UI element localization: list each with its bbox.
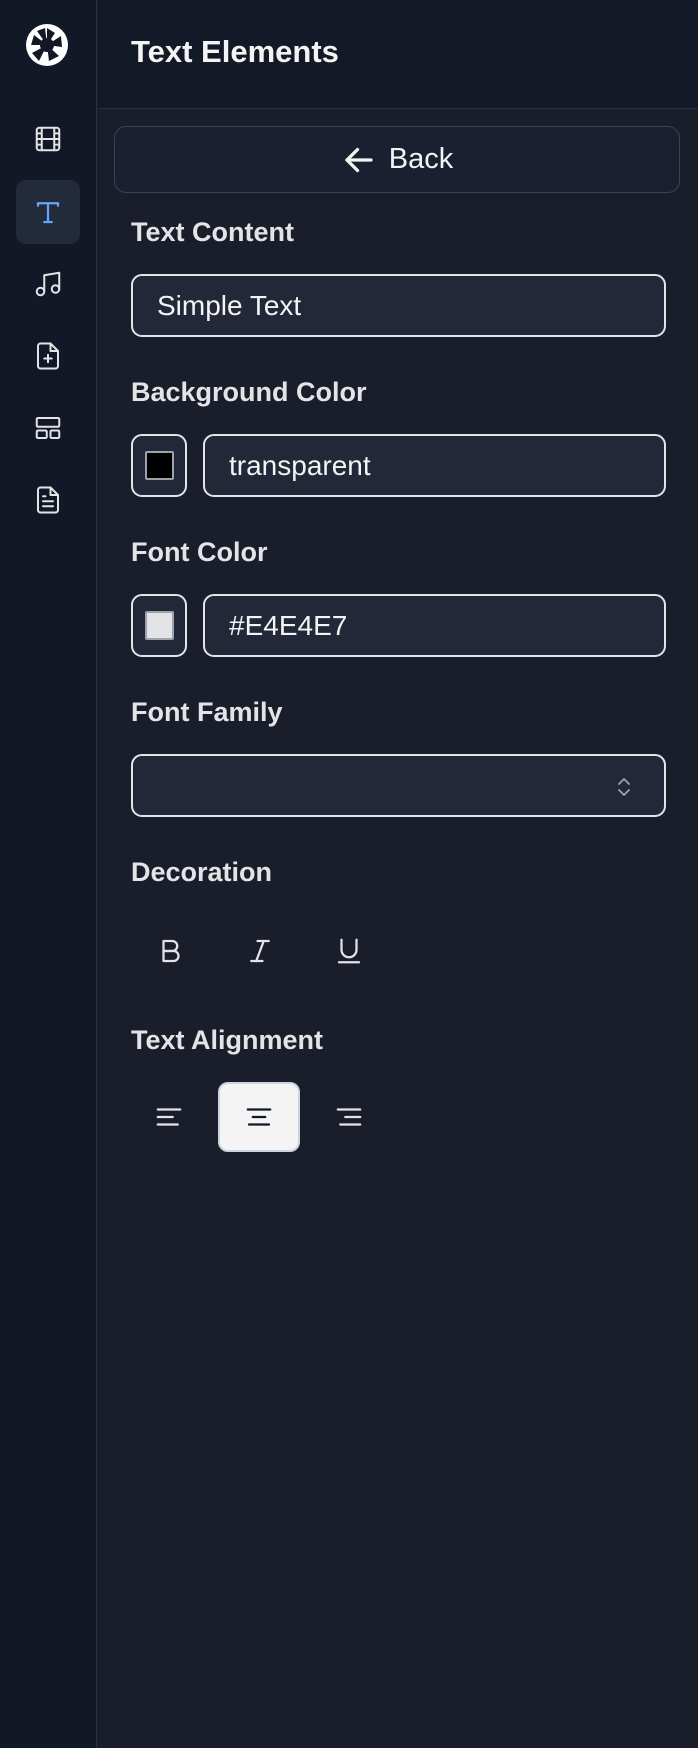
background-color-swatch bbox=[144, 451, 174, 480]
text-alignment-label: Text Alignment bbox=[131, 1025, 324, 1055]
font-color-input[interactable]: #E4E4E7 bbox=[203, 594, 666, 657]
background-color-label: Background Color bbox=[131, 377, 367, 407]
bold-icon bbox=[162, 939, 180, 963]
layout-icon bbox=[35, 417, 61, 439]
text-properties-panel: Back Text Content Simple Text Background… bbox=[98, 109, 698, 1748]
align-right-button[interactable] bbox=[308, 1082, 390, 1152]
background-color-picker[interactable] bbox=[131, 434, 187, 497]
chevron-up-down-icon bbox=[618, 778, 630, 796]
text-content-input[interactable]: Simple Text bbox=[131, 274, 666, 337]
page-title: Text Elements bbox=[131, 34, 339, 69]
rail-item-add-file[interactable] bbox=[16, 324, 80, 388]
rail-item-video[interactable] bbox=[16, 107, 80, 171]
align-right-icon bbox=[336, 1108, 362, 1126]
panel-header: Text Elements bbox=[98, 0, 698, 109]
rail-item-audio[interactable] bbox=[16, 252, 80, 316]
underline-button[interactable] bbox=[308, 916, 390, 986]
rail-item-layout[interactable] bbox=[16, 396, 80, 460]
font-color-label: Font Color bbox=[131, 537, 268, 567]
align-center-icon bbox=[246, 1108, 272, 1126]
font-family-label: Font Family bbox=[131, 697, 283, 727]
bold-button[interactable] bbox=[130, 916, 212, 986]
film-icon bbox=[35, 126, 61, 152]
align-left-icon bbox=[156, 1108, 182, 1126]
document-icon bbox=[37, 486, 59, 514]
back-button-label: Back bbox=[388, 143, 454, 175]
arrow-left-icon bbox=[345, 147, 373, 172]
text-content-label: Text Content bbox=[131, 217, 294, 247]
italic-icon bbox=[250, 939, 270, 963]
italic-button[interactable] bbox=[219, 916, 301, 986]
back-button[interactable]: Back bbox=[114, 126, 680, 193]
aperture-logo-icon[interactable] bbox=[25, 23, 69, 67]
rail-item-text[interactable] bbox=[16, 180, 80, 244]
font-family-select[interactable] bbox=[131, 754, 666, 817]
align-center-button[interactable] bbox=[218, 1082, 300, 1152]
file-plus-icon bbox=[37, 342, 59, 370]
background-color-input[interactable]: transparent bbox=[203, 434, 666, 497]
align-left-button[interactable] bbox=[128, 1082, 210, 1152]
font-color-picker[interactable] bbox=[131, 594, 187, 657]
app-root: Text Elements Back Text Content Simple T… bbox=[0, 0, 698, 1748]
text-icon bbox=[36, 202, 60, 224]
music-icon bbox=[35, 271, 61, 297]
decoration-label: Decoration bbox=[131, 857, 273, 887]
underline-icon bbox=[337, 938, 361, 964]
icon-rail bbox=[0, 0, 97, 1748]
font-color-swatch bbox=[144, 611, 174, 640]
rail-item-document[interactable] bbox=[16, 468, 80, 532]
